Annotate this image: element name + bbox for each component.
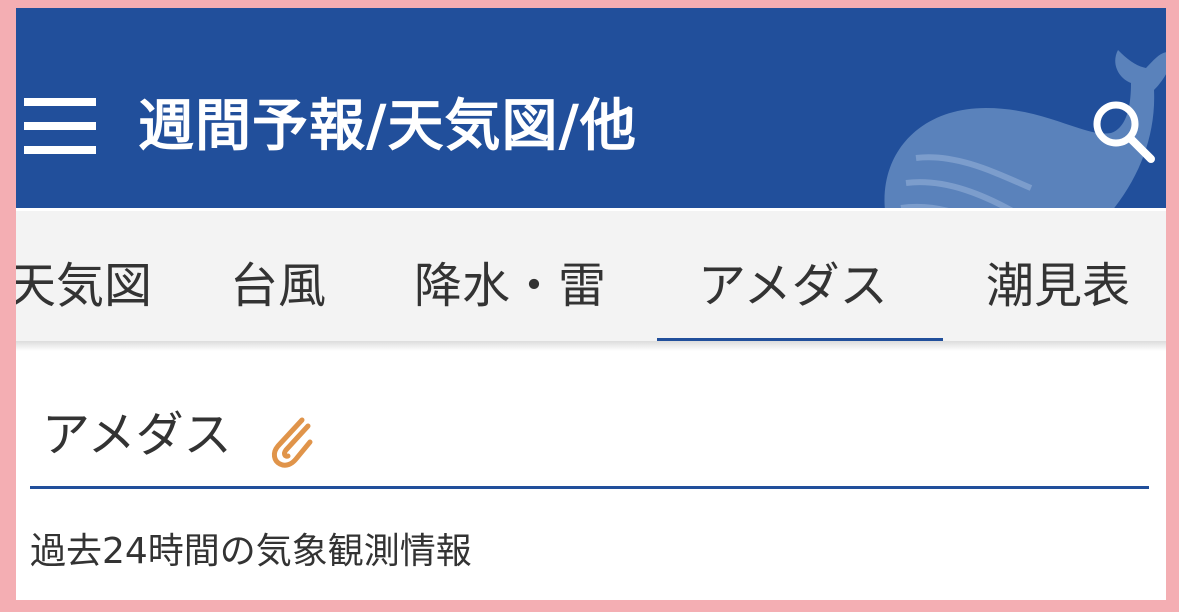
app-header: 週間予報/天気図/他 bbox=[16, 8, 1166, 208]
search-icon[interactable] bbox=[1088, 96, 1158, 166]
tab-typhoon[interactable]: 台風 bbox=[230, 251, 326, 321]
section-title: アメダス bbox=[42, 407, 232, 463]
hamburger-menu-icon[interactable] bbox=[24, 98, 96, 154]
app-frame: 週間予報/天気図/他 天気図 台風 降水・雷 アメダス 潮見表 アメダス 過去2… bbox=[16, 8, 1166, 600]
tab-bar-shadow bbox=[16, 341, 1166, 351]
section-description: 過去24時間の気象観測情報 bbox=[30, 531, 472, 572]
tab-tide-table[interactable]: 潮見表 bbox=[986, 251, 1130, 321]
page-title: 週間予報/天気図/他 bbox=[138, 94, 637, 159]
tab-bar: 天気図 台風 降水・雷 アメダス 潮見表 bbox=[16, 211, 1166, 347]
tab-weather-map[interactable]: 天気図 bbox=[16, 251, 152, 321]
paperclip-icon bbox=[271, 417, 313, 468]
tab-precipitation-thunder[interactable]: 降水・雷 bbox=[414, 251, 606, 321]
tab-amedas[interactable]: アメダス bbox=[698, 251, 888, 321]
section-divider bbox=[30, 486, 1149, 489]
